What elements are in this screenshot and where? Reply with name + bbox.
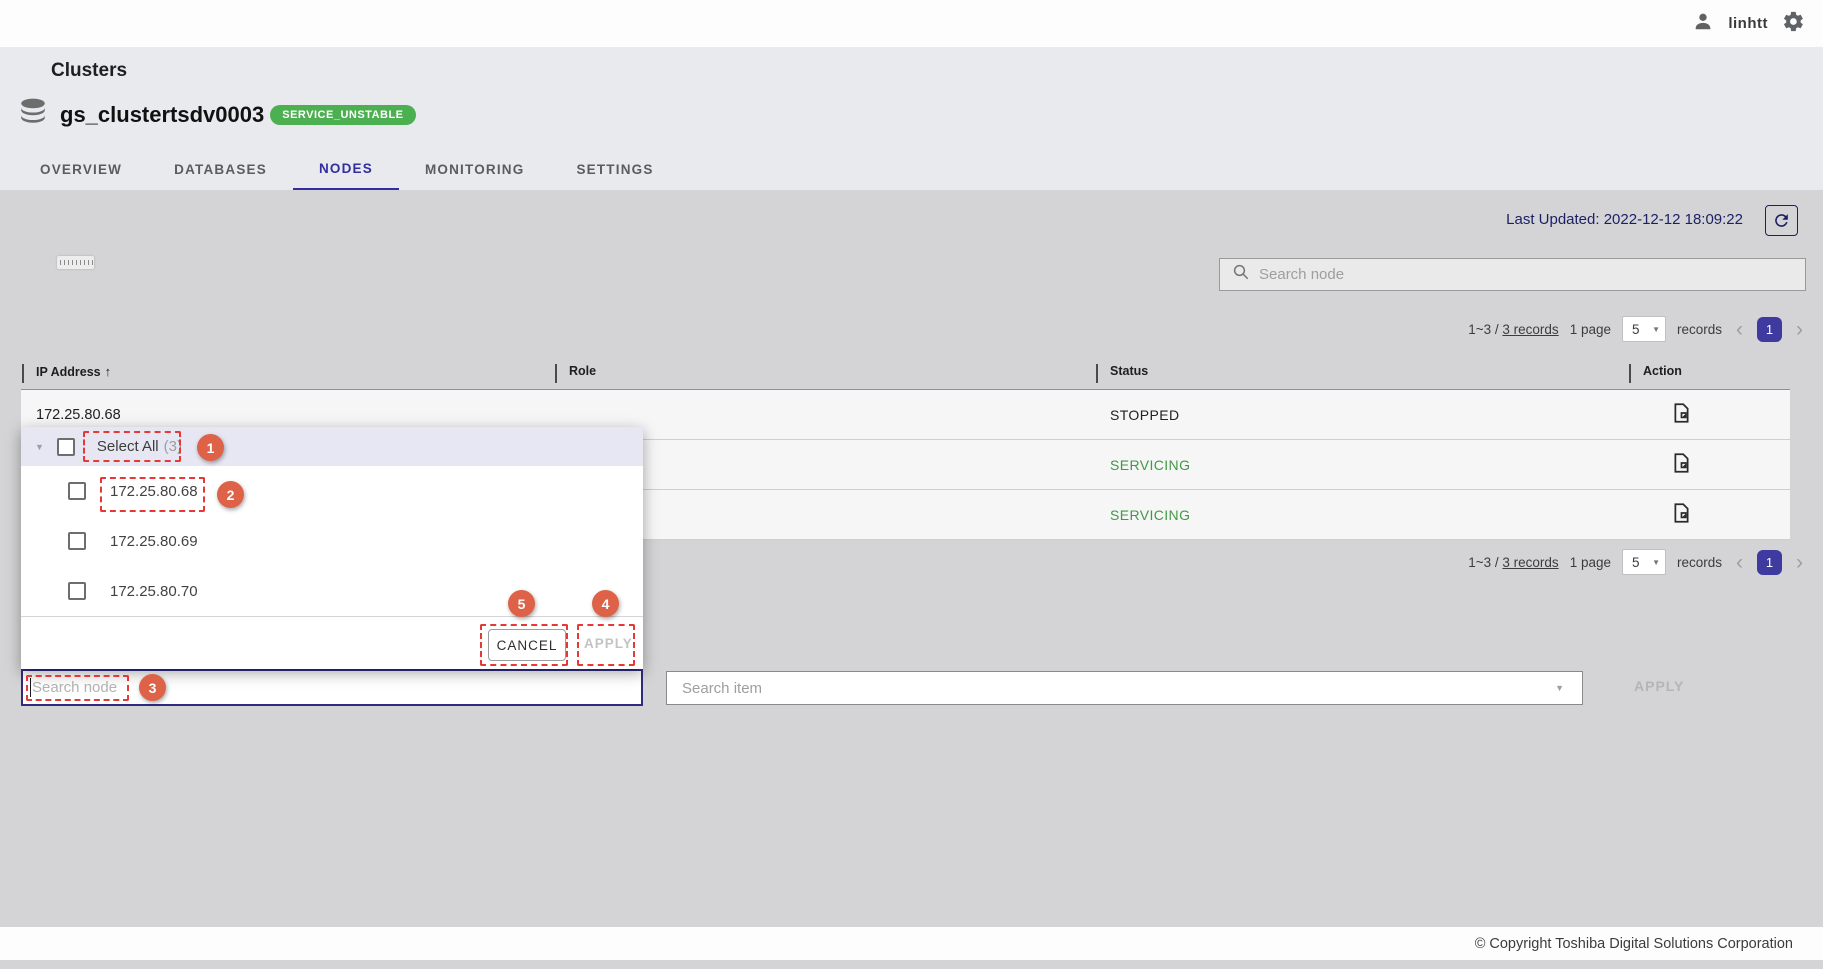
node-checkbox[interactable] (68, 482, 86, 500)
cluster-row: gs_clustertsdv0003 SERVICE_UNSTABLE (18, 97, 416, 132)
column-role[interactable]: Role (569, 364, 596, 378)
log-file-icon[interactable] (1651, 452, 1711, 477)
annotation-badge-2: 2 (217, 481, 244, 508)
caret-down-icon: ▼ (1652, 558, 1660, 567)
records-link[interactable]: 3 records (1502, 555, 1558, 570)
current-page-button[interactable]: 1 (1757, 317, 1782, 342)
pagination-range: 1~3 / 3 records (1468, 555, 1558, 570)
cell-ip: 172.25.80.68 (36, 407, 121, 423)
search-item-placeholder: Search item (682, 680, 762, 697)
node-checkbox[interactable] (68, 582, 86, 600)
annotation-box-apply (577, 624, 635, 666)
last-updated-label: Last Updated: 2022-12-12 18:09:22 (1506, 211, 1743, 228)
clusters-page: linhtt Clusters gs_clustertsdv0003 SERVI… (0, 0, 1823, 969)
apply-filter-button-disabled[interactable]: APPLY (1634, 678, 1684, 694)
page-title: Clusters (51, 60, 127, 82)
search-item-select[interactable]: Search item ▼ (666, 671, 1583, 705)
annotation-box-option (100, 477, 205, 512)
pagination-bottom: 1~3 / 3 records 1 page 5 ▼ records ‹ 1 › (1468, 549, 1806, 575)
annotation-box-select-all (83, 431, 181, 462)
annotation-badge-3: 3 (139, 674, 166, 701)
node-option[interactable]: 172.25.80.70 (21, 566, 643, 616)
pagination-page-label: 1 page (1570, 322, 1611, 337)
select-all-checkbox[interactable] (57, 438, 75, 456)
annotation-badge-4: 4 (592, 590, 619, 617)
annotation-badge-1: 1 (197, 434, 224, 461)
search-node-bar[interactable] (1219, 258, 1806, 291)
tab-bar: OVERVIEW DATABASES NODES MONITORING SETT… (0, 148, 680, 190)
tab-overview[interactable]: OVERVIEW (14, 148, 148, 190)
header-section: Clusters gs_clustertsdv0003 SERVICE_UNST… (0, 47, 1823, 190)
pagination-top: 1~3 / 3 records 1 page 5 ▼ records ‹ 1 › (1468, 316, 1806, 342)
page-size-select[interactable]: 5 ▼ (1622, 549, 1666, 575)
database-icon (18, 97, 48, 132)
refresh-button[interactable] (1765, 205, 1798, 236)
prev-page-icon[interactable]: ‹ (1733, 552, 1746, 573)
tiny-artifact (57, 256, 94, 269)
records-link[interactable]: 3 records (1502, 322, 1558, 337)
pagination-records-label: records (1677, 555, 1722, 570)
tab-settings[interactable]: SETTINGS (550, 148, 679, 190)
caret-down-icon: ▼ (1555, 683, 1564, 693)
caret-down-icon: ▼ (1652, 325, 1660, 334)
footer: © Copyright Toshiba Digital Solutions Co… (0, 927, 1823, 960)
column-action: Action (1643, 364, 1682, 378)
username-label[interactable]: linhtt (1728, 15, 1768, 32)
node-option[interactable]: 172.25.80.69 (21, 516, 643, 566)
user-icon (1692, 10, 1714, 37)
tab-nodes[interactable]: NODES (293, 148, 399, 190)
column-ip-address[interactable]: IP Address↑ (36, 364, 111, 379)
next-page-icon[interactable]: › (1793, 319, 1806, 340)
sort-asc-icon: ↑ (105, 364, 112, 379)
cell-status: SERVICING (1110, 457, 1190, 473)
annotation-box-search-node (26, 675, 129, 701)
gear-icon[interactable] (1782, 10, 1805, 38)
search-node-input[interactable] (1259, 266, 1775, 283)
log-file-icon[interactable] (1651, 402, 1711, 427)
search-icon (1232, 263, 1250, 286)
top-bar: linhtt (0, 0, 1823, 47)
node-checkbox[interactable] (68, 532, 86, 550)
cell-status: STOPPED (1110, 407, 1179, 423)
cluster-name: gs_clustertsdv0003 (60, 102, 264, 128)
next-page-icon[interactable]: › (1793, 552, 1806, 573)
pagination-records-label: records (1677, 322, 1722, 337)
cell-status: SERVICING (1110, 507, 1190, 523)
tab-databases[interactable]: DATABASES (148, 148, 293, 190)
pagination-range: 1~3 / 3 records (1468, 322, 1558, 337)
node-option-label: 172.25.80.70 (110, 583, 198, 600)
current-page-button[interactable]: 1 (1757, 550, 1782, 575)
copyright-label: © Copyright Toshiba Digital Solutions Co… (1475, 936, 1793, 952)
node-option-label: 172.25.80.69 (110, 533, 198, 550)
annotation-box-cancel (480, 624, 568, 666)
log-file-icon[interactable] (1651, 502, 1711, 527)
prev-page-icon[interactable]: ‹ (1733, 319, 1746, 340)
table-header: IP Address↑ Role Status Action (21, 358, 1790, 390)
annotation-badge-5: 5 (508, 590, 535, 617)
tab-monitoring[interactable]: MONITORING (399, 148, 551, 190)
pagination-page-label: 1 page (1570, 555, 1611, 570)
page-size-select[interactable]: 5 ▼ (1622, 316, 1666, 342)
cluster-status-badge: SERVICE_UNSTABLE (270, 105, 415, 125)
collapse-caret-icon[interactable]: ▼ (35, 442, 44, 452)
column-status[interactable]: Status (1110, 364, 1148, 378)
